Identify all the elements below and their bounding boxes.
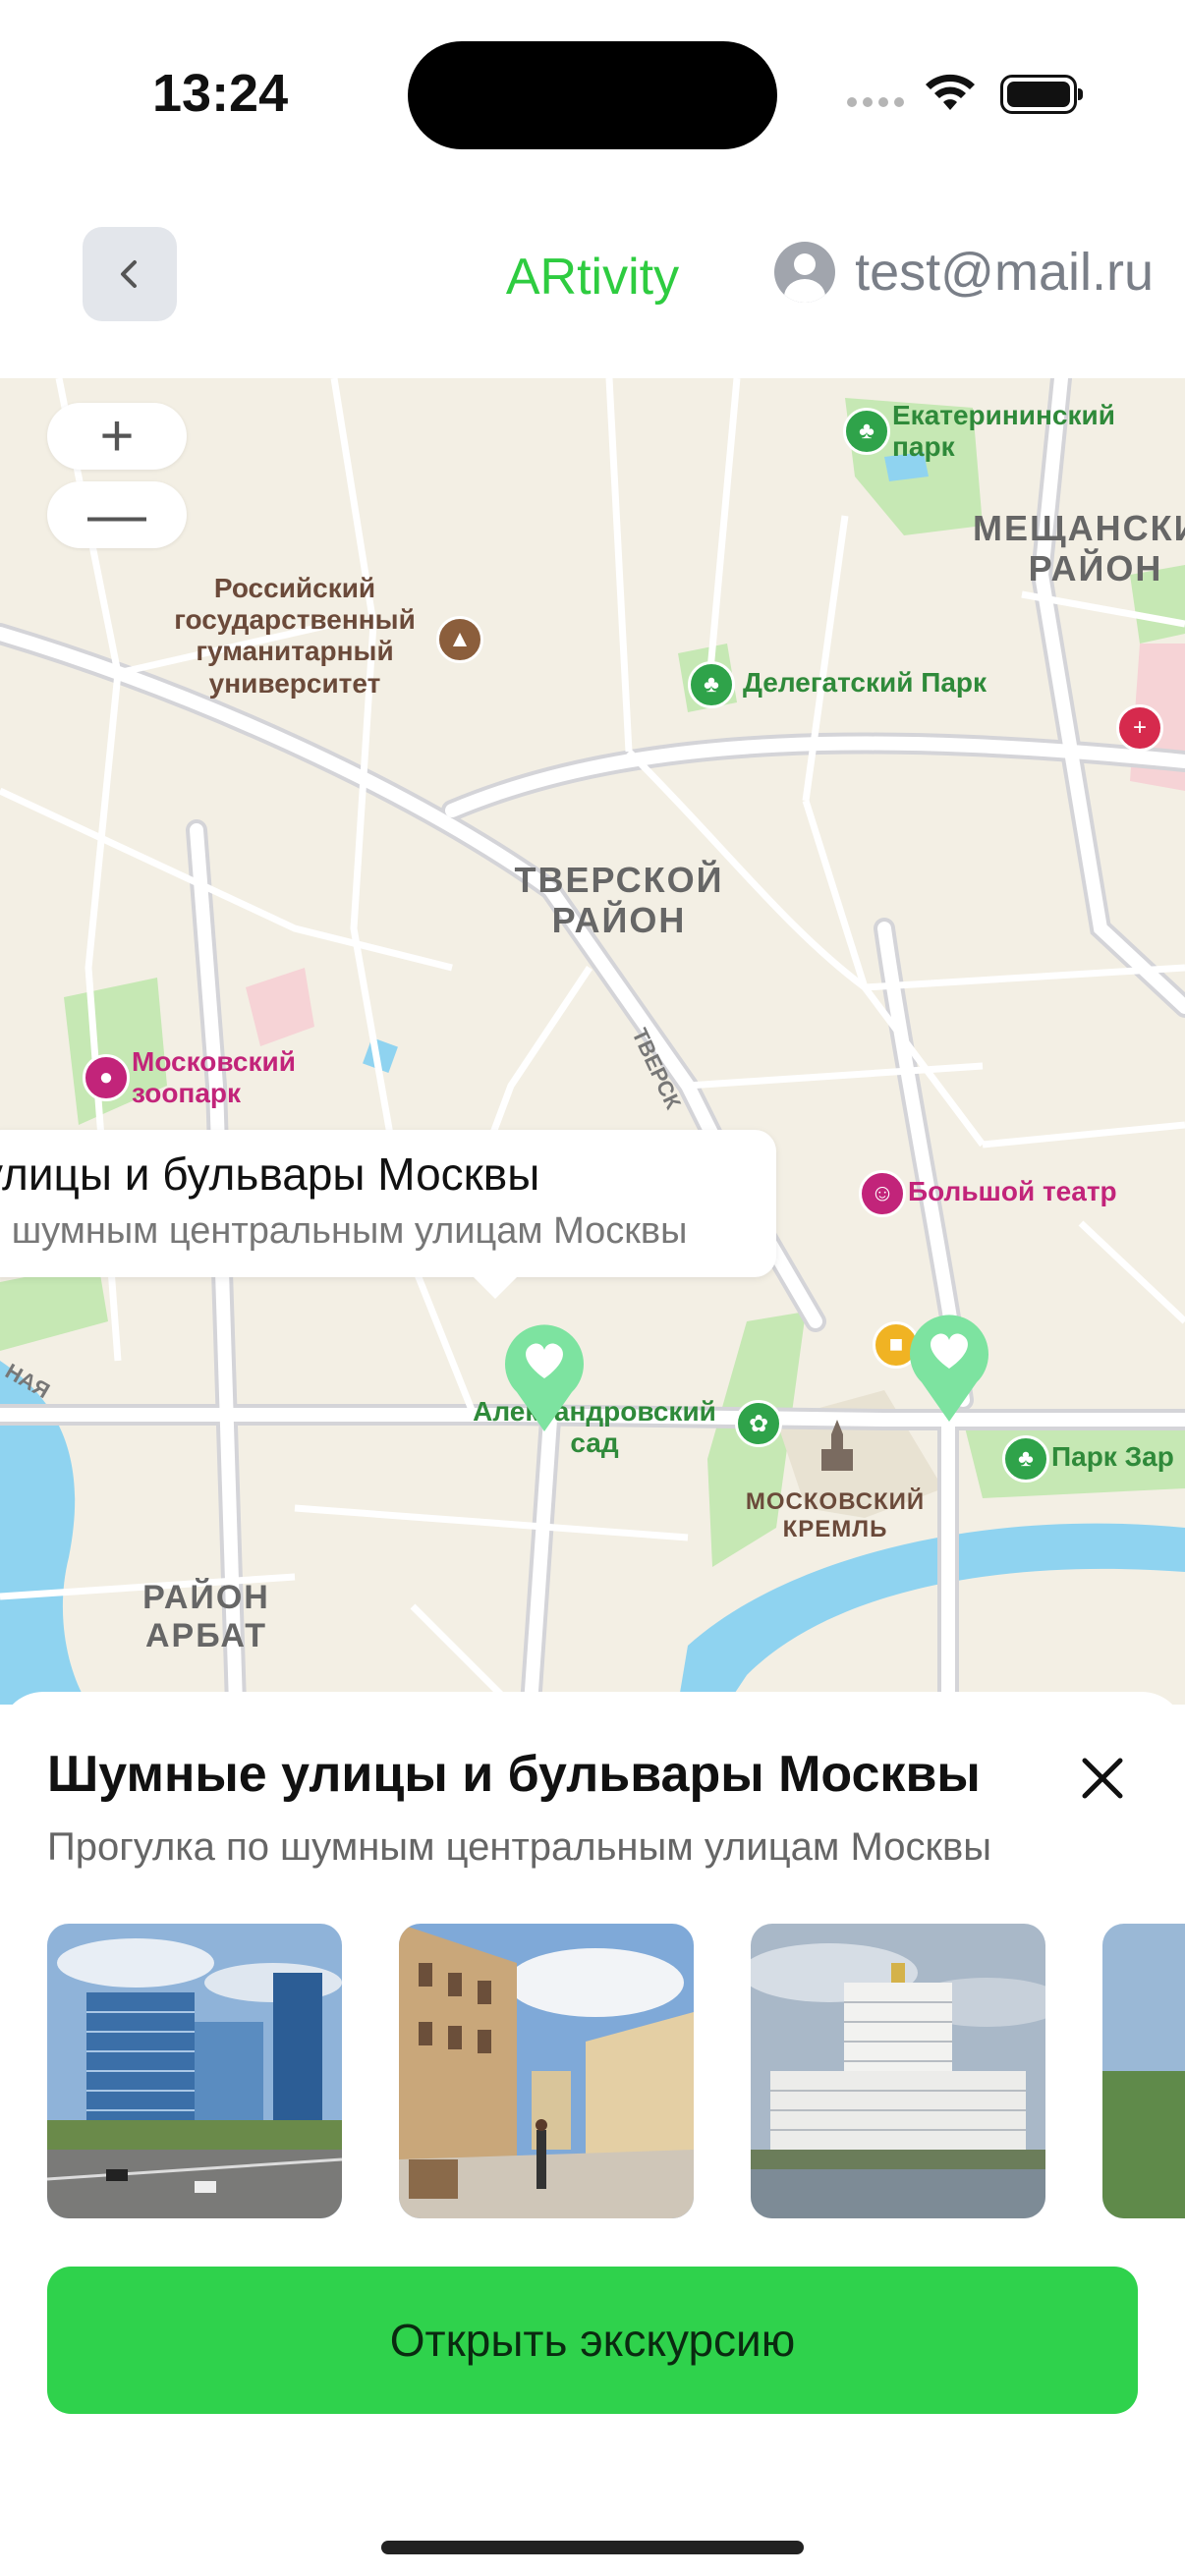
label-meshchansky: МЕЩАНСКИЙ РАЙОН [973, 508, 1185, 589]
tooltip-subtitle: о шумным центральным улицам Москвы [0, 1210, 688, 1252]
zoo-icon[interactable]: ● [83, 1054, 130, 1101]
park-icon[interactable]: ♣ [688, 661, 735, 708]
open-tour-button[interactable]: Открыть экскурсию [47, 2267, 1138, 2414]
photo-white-house[interactable] [751, 1924, 1045, 2218]
photo-business-center[interactable] [47, 1924, 342, 2218]
zoom-controls: + — [47, 403, 187, 560]
theatre-icon[interactable]: ☺ [859, 1170, 906, 1217]
dynamic-island [408, 41, 777, 149]
status-time: 13:24 [152, 64, 289, 123]
label-arbat: РАЙОН АРБАТ [142, 1579, 270, 1655]
photo-carousel[interactable] [47, 1924, 1185, 2218]
wifi-icon [926, 74, 975, 110]
heart-pin-icon[interactable] [499, 1317, 590, 1433]
user-avatar-icon [774, 242, 836, 303]
park-icon[interactable]: ♣ [843, 408, 890, 455]
label-tverskoy: ТВЕРСКОЙ РАЙОН [514, 860, 724, 941]
label-ekaterininsky-park: Екатерининский парк [892, 400, 1115, 463]
sheet-title: Шумные улицы и бульвары Москвы [47, 1746, 981, 1803]
status-bar: 13:24 [0, 0, 1185, 187]
park-icon[interactable]: ♣ [1002, 1435, 1049, 1483]
route-tooltip[interactable]: улицы и бульвары Москвы о шумным централ… [0, 1130, 776, 1299]
photo-partial[interactable] [1102, 1924, 1185, 2218]
home-indicator [381, 2541, 804, 2554]
battery-icon [1000, 75, 1083, 114]
zoom-in-button[interactable]: + [47, 403, 187, 470]
label-zoo: Московский зоопарк [132, 1046, 296, 1109]
university-icon[interactable]: ▲ [436, 616, 483, 663]
heart-pin-icon[interactable] [904, 1308, 994, 1424]
label-bolshoi: Большой театр [908, 1176, 1117, 1206]
label-rggu: Российский государственный гуманитарный … [174, 573, 416, 699]
label-delegatsky-park: Делегатский Парк [743, 667, 988, 698]
close-icon[interactable] [1073, 1749, 1132, 1808]
garden-icon[interactable]: ✿ [735, 1400, 782, 1447]
label-kremlin: МОСКОВСКИЙ КРЕМЛЬ [745, 1488, 926, 1542]
sheet-subtitle: Прогулка по шумным центральным улицам Мо… [47, 1825, 991, 1869]
app-header: ARtivity test@mail.ru [0, 206, 1185, 378]
label-alexandrovsky: Александровский сад [473, 1396, 716, 1459]
signal-icon [847, 94, 910, 112]
tooltip-title: улицы и бульвары Москвы [0, 1148, 540, 1200]
zoom-out-button[interactable]: — [47, 481, 187, 548]
minus-icon: — [87, 481, 146, 547]
route-sheet: Шумные улицы и бульвары Москвы Прогулка … [0, 1692, 1185, 2576]
hospital-icon[interactable]: + [1116, 704, 1163, 752]
user-account[interactable]: test@mail.ru [774, 242, 1154, 303]
label-park-zaryadye: Парк Зар [1051, 1441, 1174, 1472]
user-email: test@mail.ru [855, 243, 1154, 302]
plus-icon: + [99, 403, 135, 469]
map-view[interactable]: + — ♣ ♣ ▲ + ● ☺ ✿ ♣ ■ Екатерининский пар… [0, 378, 1185, 1705]
photo-arbat-street[interactable] [399, 1924, 694, 2218]
